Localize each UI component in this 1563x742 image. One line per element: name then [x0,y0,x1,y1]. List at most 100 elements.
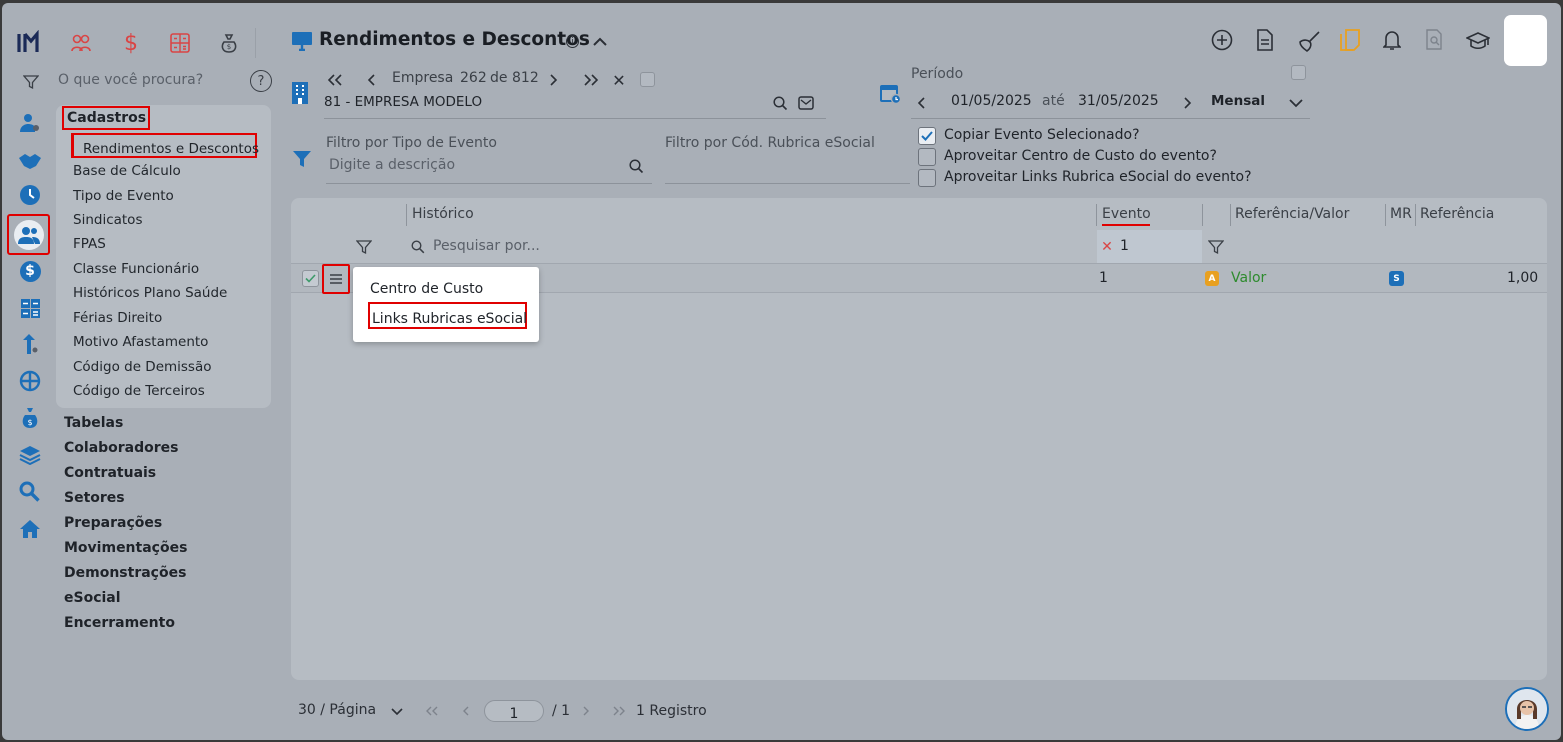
last-page-button-icon[interactable] [609,702,629,720]
menu-item-tipo-evento[interactable]: Tipo de Evento [73,188,174,204]
table-search-input[interactable]: Pesquisar por... [433,238,540,254]
row-menu-icon[interactable] [322,264,350,294]
chevron-up-icon[interactable] [590,32,610,52]
first-page-icon[interactable] [324,69,346,91]
close-icon[interactable]: ✕ [610,69,628,91]
clear-filter-icon[interactable]: ✕ [1100,239,1114,255]
growth-icon[interactable] [18,332,42,356]
layers-icon[interactable] [18,443,42,467]
logo-icon[interactable] [16,29,44,57]
user-settings-icon[interactable] [18,111,42,135]
calendar-icon[interactable] [878,81,902,105]
menu-item-fpas[interactable]: FPAS [73,236,106,252]
menu-item-sindicatos[interactable]: Sindicatos [73,212,142,228]
bell-icon[interactable] [1380,28,1404,52]
funnel-filled-icon[interactable] [290,147,314,171]
col-header-referencia[interactable]: Referência [1420,206,1494,222]
add-circle-icon[interactable] [1210,28,1234,52]
periodo-underline [911,118,1310,119]
clock-icon[interactable] [18,183,42,207]
periodo-type-select[interactable]: Mensal [1211,93,1265,109]
nav-movimentacoes[interactable]: Movimentações [64,540,187,556]
network-icon[interactable] [18,369,42,393]
menu-item-codigo-terceiros[interactable]: Código de Terceiros [73,383,205,399]
empresa-current[interactable]: 262 [460,70,487,86]
menu-section-cadastros[interactable]: Cadastros [62,106,150,130]
search-document-icon[interactable] [1423,28,1447,52]
nav-esocial[interactable]: eSocial [64,590,121,606]
home-icon[interactable] [18,517,42,541]
first-page-button-icon[interactable] [422,702,442,720]
per-page-chevron-icon[interactable] [388,703,406,721]
menu-item-codigo-demissao[interactable]: Código de Demissão [73,359,212,375]
mr-badge-text: S [1393,273,1400,284]
empresa-checkbox[interactable] [640,72,655,87]
col-header-evento[interactable]: Evento [1102,206,1151,222]
collaborators-module-icon[interactable] [7,214,50,255]
option-links-rubrica-checkbox[interactable] [918,169,936,187]
periodo-checkbox[interactable] [1291,65,1306,80]
document-icon[interactable] [1253,28,1277,52]
menu-item-ferias-direito[interactable]: Férias Direito [73,310,162,326]
info-icon[interactable]: i [566,35,579,48]
help-icon[interactable]: ? [250,70,272,92]
filter-tipo-evento-input[interactable]: Digite a descrição [329,157,455,173]
menu-item-classe-funcionario[interactable]: Classe Funcionário [73,261,199,277]
calculator-icon[interactable] [167,30,193,56]
col-header-historico[interactable]: Histórico [412,206,474,222]
people-icon[interactable] [68,30,94,56]
last-page-icon[interactable] [580,69,602,91]
calculator-blue-icon[interactable] [18,296,42,320]
context-item-links-rubricas[interactable]: Links Rubricas eSocial [368,302,527,329]
magnifier-icon[interactable] [18,480,42,504]
handshake-icon[interactable] [18,149,42,173]
option-centro-custo-checkbox[interactable] [918,148,936,166]
nav-demonstracoes[interactable]: Demonstrações [64,565,186,581]
row-filter-icon[interactable] [354,237,374,257]
money-bag-icon[interactable]: $ [216,30,242,56]
prev-company-icon[interactable] [362,69,382,91]
page-number-input[interactable]: 1 [484,700,544,722]
email-icon[interactable] [797,94,815,112]
notes-icon[interactable] [1338,28,1362,52]
empresa-de: de [490,70,508,86]
nav-preparacoes[interactable]: Preparações [64,515,162,531]
per-page-select[interactable]: 30 / Página [298,702,376,718]
nav-colaboradores[interactable]: Colaboradores [64,440,179,456]
menu-item-rendimentos-descontos[interactable]: Rendimentos e Descontos [71,133,259,158]
periodo-end[interactable]: 31/05/2025 [1078,93,1159,109]
search-input[interactable]: O que você procura? [58,72,203,88]
dollar-circle-icon[interactable]: $ [18,259,42,283]
menu-item-motivo-afastamento[interactable]: Motivo Afastamento [73,334,208,350]
nav-setores[interactable]: Setores [64,490,125,506]
col-header-mr[interactable]: MR [1390,206,1412,222]
user-avatar-blank[interactable] [1504,15,1547,66]
evento-filter-value[interactable]: 1 [1120,238,1129,254]
next-company-icon[interactable] [543,69,563,91]
option-copiar-checkbox[interactable] [918,127,936,145]
col-header-ref-valor[interactable]: Referência/Valor [1235,206,1349,222]
evento-filter-icon[interactable] [1206,237,1226,257]
menu-item-historicos-plano-saude[interactable]: Históricos Plano Saúde [73,285,227,301]
money-bag-blue-icon[interactable]: $ [18,406,42,430]
menu-item-base-calculo[interactable]: Base de Cálculo [73,163,181,179]
nav-encerramento[interactable]: Encerramento [64,615,175,631]
next-period-icon[interactable] [1177,92,1197,114]
next-page-button-icon[interactable] [578,702,594,720]
row-select-checkbox[interactable] [302,270,319,287]
chevron-down-icon[interactable] [1286,92,1306,114]
filter-icon[interactable] [20,71,42,93]
filter-search-icon[interactable] [627,157,645,175]
assistant-avatar[interactable] [1505,687,1549,731]
prev-page-button-icon[interactable] [458,702,474,720]
dollar-icon[interactable]: $ [118,30,144,56]
broom-icon[interactable] [1296,28,1322,54]
graduation-cap-icon[interactable] [1465,29,1491,53]
empresa-name: 81 - EMPRESA MODELO [324,94,483,110]
context-item-centro-custo[interactable]: Centro de Custo [370,281,483,297]
search-icon[interactable] [771,94,789,112]
nav-tabelas[interactable]: Tabelas [64,415,123,431]
periodo-start[interactable]: 01/05/2025 [951,93,1032,109]
prev-period-icon[interactable] [912,92,932,114]
nav-contratuais[interactable]: Contratuais [64,465,156,481]
